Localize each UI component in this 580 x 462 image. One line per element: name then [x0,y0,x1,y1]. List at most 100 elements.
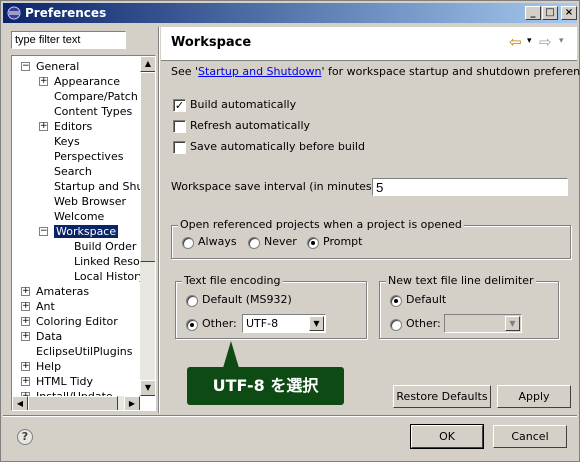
tree-expand-icon[interactable]: + [21,287,30,296]
build-automatically-label[interactable]: Build automatically [190,98,296,111]
tree-expand-icon[interactable]: + [21,317,30,326]
tree-item[interactable]: HTML Tidy [36,374,93,389]
maximize-button[interactable]: □ [542,6,558,20]
tree-expand-icon[interactable]: + [39,77,48,86]
preferences-window: Preferences _ □ × −General+AppearanceCom… [0,0,580,462]
tree-item[interactable]: Perspectives [54,149,123,164]
tree-item[interactable]: Startup and Shut [54,179,140,194]
tree-item[interactable]: EclipseUtilPlugins [36,344,132,359]
tree-item[interactable]: Data [36,329,62,344]
scroll-down-arrow-icon[interactable]: ▼ [140,380,155,396]
tree-item[interactable]: Appearance [54,74,120,89]
delimiter-other-label[interactable]: Other: [406,317,441,330]
refresh-automatically-label[interactable]: Refresh automatically [190,119,310,132]
encoding-other-radio[interactable] [186,319,198,331]
chevron-down-icon: ▼ [505,316,520,331]
encoding-combo[interactable]: UTF-8 ▼ [242,314,326,333]
encoding-combo-value: UTF-8 [246,317,279,330]
tree-vertical-scrollbar[interactable]: ▲ ▼ [140,56,155,396]
tree-collapse-icon[interactable]: − [21,62,30,71]
tree-expand-icon[interactable]: + [21,377,30,386]
prompt-radio[interactable] [307,237,319,249]
page-title: Workspace [171,35,252,50]
tree-item[interactable]: Content Types [54,104,132,119]
tree-item[interactable]: Install/Update [36,389,113,396]
ok-button[interactable]: OK [410,424,484,449]
delimiter-default-radio[interactable] [390,295,402,307]
filter-input[interactable] [11,31,126,49]
tree-item-label: Welcome [54,210,105,223]
always-label[interactable]: Always [198,235,237,248]
back-menu-chevron-icon[interactable]: ▾ [527,36,532,46]
save-before-build-label[interactable]: Save automatically before build [190,140,365,153]
tree-item[interactable]: Build Order [74,239,136,254]
tree-item[interactable]: Local History [74,269,140,284]
intro-prefix: See ' [171,65,199,78]
tree-item-label: Ant [36,300,55,313]
always-radio[interactable] [182,237,194,249]
pane-splitter[interactable] [158,27,160,413]
startup-shutdown-link[interactable]: Startup and Shutdown [198,65,321,78]
never-radio[interactable] [248,237,260,249]
prompt-label[interactable]: Prompt [323,235,362,248]
cancel-button[interactable]: Cancel [493,425,567,448]
tree-item[interactable]: Ant [36,299,55,314]
delimiter-combo: ▼ [444,314,522,333]
tree-item[interactable]: Linked Resou [74,254,140,269]
tree-item-label: Data [36,330,63,343]
forward-arrow-icon[interactable]: ⇨ [539,33,552,51]
tree-item-label: Local History [74,270,140,283]
page-header: Workspace ⇦ ▾ ⇨ ▾ [161,27,577,61]
minimize-button[interactable]: _ [525,6,541,20]
tree-item-label: Startup and Shut [54,180,140,193]
delimiter-default-label[interactable]: Default [406,293,446,306]
tree-item-label: Build Order [74,240,137,253]
close-button[interactable]: × [561,6,577,20]
callout-annotation: UTF-8 を選択 [187,367,344,405]
hscroll-thumb[interactable] [28,396,118,410]
restore-defaults-button[interactable]: Restore Defaults [393,385,491,408]
save-interval-input[interactable] [372,178,568,196]
tree-item[interactable]: Welcome [54,209,104,224]
tree-expand-icon[interactable]: + [21,362,30,371]
tree-item[interactable]: Keys [54,134,80,149]
build-automatically-checkbox[interactable]: ✓ [173,99,186,112]
tree-item-label: Linked Resou [74,255,140,268]
scroll-up-arrow-icon[interactable]: ▲ [140,56,155,72]
encoding-default-label[interactable]: Default (MS932) [202,293,292,306]
never-label[interactable]: Never [264,235,297,248]
tree-item[interactable]: Search [54,164,92,179]
delimiter-other-radio[interactable] [390,319,402,331]
tree-item[interactable]: Editors [54,119,92,134]
tree-item[interactable]: Help [36,359,61,374]
encoding-default-radio[interactable] [186,295,198,307]
tree-item[interactable]: Web Browser [54,194,126,209]
help-icon[interactable]: ? [17,429,33,445]
back-arrow-icon[interactable]: ⇦ [509,33,522,51]
tree-horizontal-scrollbar[interactable]: ◀ ▶ [12,396,140,410]
preference-tree: − General + Appearance Compare/Patch Content … [11,55,156,411]
tree-item[interactable]: Compare/Patch [54,89,138,104]
forward-menu-chevron-icon[interactable]: ▾ [559,36,564,46]
chevron-down-icon[interactable]: ▼ [309,316,324,331]
text-encoding-group: Text file encoding Default (MS932) Other… [175,274,367,339]
tree-item[interactable]: Workspace [52,224,120,239]
line-delimiter-label: New text file line delimiter [386,274,536,287]
tree-item[interactable]: Coloring Editor [36,314,118,329]
tree-expand-icon[interactable]: + [39,122,48,131]
scroll-right-arrow-icon[interactable]: ▶ [124,396,140,410]
tree-item-label: Compare/Patch [54,90,138,103]
tree-item[interactable]: General [36,59,79,74]
scroll-thumb[interactable] [140,72,155,262]
tree-item[interactable]: Amateras [36,284,89,299]
tree-expand-icon[interactable]: + [21,332,30,341]
tree-collapse-icon[interactable]: − [39,227,48,236]
apply-button[interactable]: Apply [497,385,571,408]
tree-expand-icon[interactable]: + [21,302,30,311]
refresh-automatically-checkbox[interactable] [173,120,186,133]
encoding-other-label[interactable]: Other: [202,317,237,330]
save-before-build-checkbox[interactable] [173,141,186,154]
tree-item-label: Keys [54,135,80,148]
scroll-left-arrow-icon[interactable]: ◀ [12,396,28,410]
title-bar[interactable]: Preferences _ □ × [3,3,577,23]
